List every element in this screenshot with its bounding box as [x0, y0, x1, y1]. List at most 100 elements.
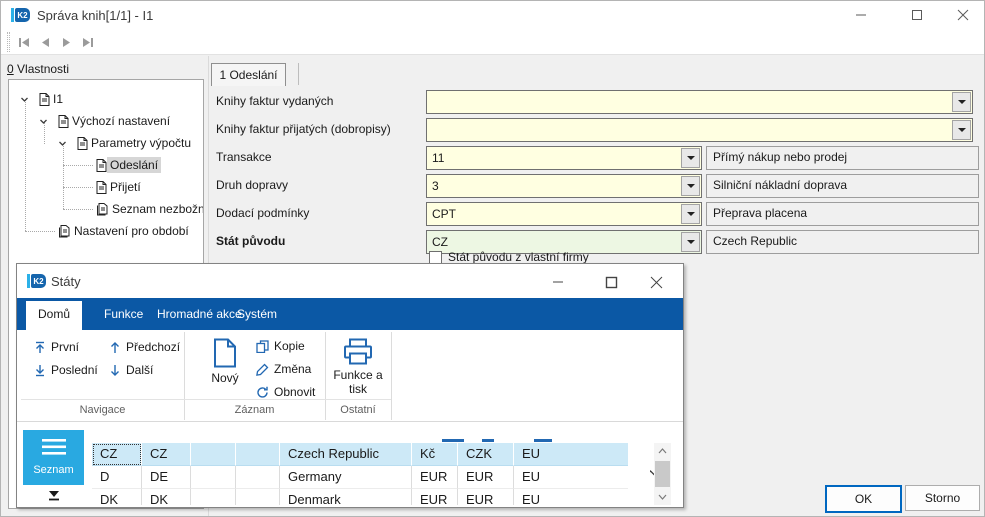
- table-cell[interactable]: Germany: [280, 466, 412, 489]
- go-to-bottom-button[interactable]: [23, 485, 84, 505]
- combo-value[interactable]: 3: [427, 179, 681, 193]
- table-cell[interactable]: [236, 443, 280, 466]
- documents-icon: [97, 202, 108, 215]
- storno-button[interactable]: Storno: [905, 485, 980, 511]
- minimize-button[interactable]: [846, 3, 876, 27]
- table-cell[interactable]: DK: [92, 489, 142, 505]
- dropdown-arrow-icon[interactable]: [681, 204, 700, 224]
- tree-item-label[interactable]: I1: [50, 91, 66, 107]
- table-cell[interactable]: EU: [514, 466, 628, 489]
- popup-close-button[interactable]: [642, 270, 670, 294]
- chevron-down-icon[interactable]: [20, 95, 29, 104]
- table-row[interactable]: DK DK Denmark EUR EUR EU: [92, 489, 628, 505]
- last-record-icon[interactable]: [76, 32, 98, 52]
- document-icon: [58, 114, 69, 128]
- tree-item-i1[interactable]: I1: [20, 88, 66, 110]
- dropdown-arrow-icon[interactable]: [952, 92, 971, 112]
- table-scrollbar[interactable]: [654, 443, 671, 505]
- view-switch-seznam[interactable]: Seznam: [23, 430, 84, 485]
- combo-transakce[interactable]: 11: [426, 146, 702, 170]
- table-cell[interactable]: CZK: [458, 443, 514, 466]
- table-cell[interactable]: EUR: [458, 466, 514, 489]
- popup-minimize-button[interactable]: [544, 270, 572, 294]
- table-row[interactable]: CZ CZ Czech Republic Kč CZK EU: [92, 443, 628, 466]
- table-cell[interactable]: [191, 466, 236, 489]
- tab-odeslani[interactable]: 1 Odeslání: [211, 63, 286, 86]
- combo-knihy-prijatych[interactable]: [426, 118, 973, 142]
- scroll-down-icon[interactable]: [654, 489, 671, 505]
- first-record-icon[interactable]: [13, 32, 35, 52]
- table-cell[interactable]: EUR: [412, 489, 458, 505]
- tree-item-seznam-nezboznich[interactable]: Seznam nezbožních: [96, 198, 203, 220]
- dropdown-arrow-icon[interactable]: [681, 176, 700, 196]
- copy-button[interactable]: Kopie: [256, 339, 305, 353]
- dropdown-arrow-icon[interactable]: [952, 120, 971, 140]
- table-cell[interactable]: Kč: [412, 443, 458, 466]
- field-label-dodaci-podminky: Dodací podmínky: [216, 206, 310, 220]
- table-cell[interactable]: [191, 443, 236, 466]
- next-record-icon[interactable]: [55, 32, 77, 52]
- table-cell[interactable]: [236, 489, 280, 505]
- new-button[interactable]: Nový: [202, 338, 248, 385]
- table-cell[interactable]: DE: [142, 466, 191, 489]
- popup-maximize-button[interactable]: [597, 270, 625, 294]
- close-button[interactable]: [948, 3, 978, 27]
- funkce-a-tisk-button[interactable]: Funkce a tisk: [329, 338, 387, 396]
- first-button[interactable]: První: [34, 340, 79, 354]
- table-cell[interactable]: EU: [514, 489, 628, 505]
- combo-value[interactable]: CPT: [427, 207, 681, 221]
- ribbon-tab-domu[interactable]: Domů: [26, 301, 82, 330]
- ribbon-tab-hromadne-akce[interactable]: Hromadné akce: [157, 298, 242, 330]
- ribbon-tab-system[interactable]: Systém: [237, 298, 277, 330]
- scrollbar-thumb[interactable]: [655, 461, 670, 487]
- tree-item-label-selected[interactable]: Odeslání: [107, 157, 162, 173]
- ribbon-group-navigace: První Poslední Předchozí Další Navigace: [21, 332, 185, 420]
- combo-dodaci-podminky[interactable]: CPT: [426, 202, 702, 226]
- table-cell[interactable]: EUR: [458, 489, 514, 505]
- table-cell[interactable]: EUR: [412, 466, 458, 489]
- tree-item-odeslani[interactable]: Odeslání: [96, 154, 162, 176]
- dropdown-arrow-icon[interactable]: [681, 232, 700, 252]
- table-cell[interactable]: Czech Republic: [280, 443, 412, 466]
- ribbon-tab-funkce[interactable]: Funkce: [104, 298, 143, 330]
- printer-icon: [344, 338, 372, 365]
- tree-item-vychozi-nastaveni[interactable]: Výchozí nastavení: [39, 110, 173, 132]
- table-cell[interactable]: DK: [142, 489, 191, 505]
- combo-value[interactable]: 11: [427, 151, 681, 165]
- refresh-button[interactable]: Obnovit: [256, 385, 315, 399]
- previous-record-icon[interactable]: [34, 32, 56, 52]
- table-row[interactable]: D DE Germany EUR EUR EU: [92, 466, 628, 489]
- ok-button[interactable]: OK: [825, 485, 902, 513]
- chevron-down-icon[interactable]: [39, 117, 48, 126]
- clipped-header-text: [534, 439, 552, 442]
- table-cell[interactable]: Denmark: [280, 489, 412, 505]
- tree-item-prijeti[interactable]: Přijetí: [96, 176, 144, 198]
- table-cell[interactable]: D: [92, 466, 142, 489]
- table-cell[interactable]: EU: [514, 443, 628, 466]
- previous-button[interactable]: Předchozí: [109, 340, 180, 354]
- tree-guide-line: [25, 100, 26, 231]
- description-stat-puvodu: Czech Republic: [706, 230, 979, 254]
- next-button[interactable]: Další: [109, 363, 153, 377]
- edit-button[interactable]: Změna: [256, 362, 311, 376]
- combo-druh-dopravy[interactable]: 3: [426, 174, 702, 198]
- toolbar-grip[interactable]: [7, 32, 10, 52]
- tree-item-label[interactable]: Výchozí nastavení: [69, 113, 173, 129]
- table-cell[interactable]: [236, 466, 280, 489]
- table-cell[interactable]: CZ: [142, 443, 191, 466]
- tree-item-label[interactable]: Seznam nezbožních: [109, 201, 203, 217]
- chevron-down-icon[interactable]: [58, 139, 67, 148]
- combo-knihy-vydanych[interactable]: [426, 90, 973, 114]
- tree-item-label[interactable]: Nastavení pro období: [71, 223, 192, 239]
- tree-item-nastaveni-pro-obdobi[interactable]: Nastavení pro období: [58, 220, 192, 242]
- scroll-up-icon[interactable]: [654, 443, 671, 459]
- dropdown-arrow-icon[interactable]: [681, 148, 700, 168]
- combo-value[interactable]: CZ: [427, 235, 681, 249]
- tree-item-label[interactable]: Parametry výpočtu: [88, 135, 194, 151]
- table-cell[interactable]: [191, 489, 236, 505]
- tree-item-label[interactable]: Přijetí: [107, 179, 144, 195]
- maximize-button[interactable]: [902, 3, 932, 27]
- table-cell[interactable]: CZ: [92, 443, 142, 466]
- last-button[interactable]: Poslední: [34, 363, 98, 377]
- tree-item-parametry-vypoctu[interactable]: Parametry výpočtu: [58, 132, 194, 154]
